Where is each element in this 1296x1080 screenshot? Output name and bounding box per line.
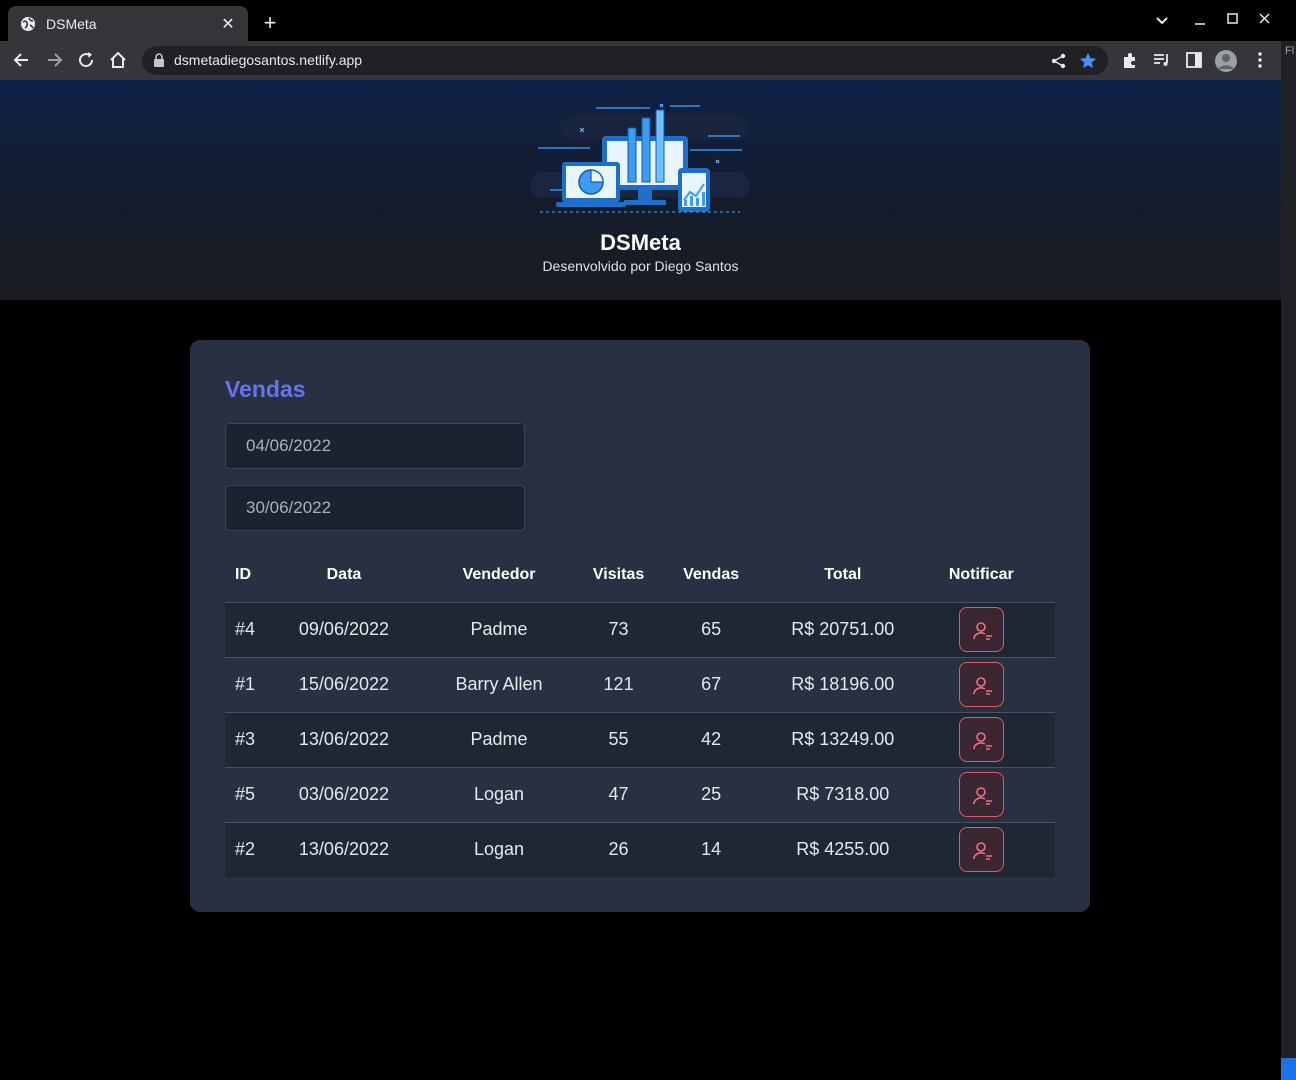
notify-button[interactable] [958, 662, 1004, 707]
notify-user-icon [972, 677, 992, 695]
header-banner: DSMeta Desenvolvido por Diego Santos [0, 80, 1281, 300]
share-icon[interactable] [1050, 52, 1068, 70]
cell-date: 13/06/2022 [298, 839, 389, 860]
tab-close-icon[interactable]: ✕ [220, 14, 236, 34]
globe-icon [21, 16, 35, 31]
browser-toolbar: dsmetadiegosantos.netlify.app [0, 41, 1296, 80]
tab-search-chevron-icon[interactable] [1152, 14, 1172, 28]
cell-id: #2 [235, 839, 256, 860]
cell-notify [908, 822, 1055, 877]
cell-visits: 26 [608, 839, 629, 860]
table-row: #2 13/06/2022 Logan 26 14 R$ 4255.00 [225, 822, 1055, 877]
tab-strip: DSMeta ✕ + [0, 0, 1296, 41]
cell-total: R$ 13249.00 [777, 712, 908, 768]
table-row: #4 09/06/2022 Padme 73 65 R$ 20751.00 [225, 602, 1055, 658]
notify-user-icon [972, 842, 992, 861]
col-header-id: ID [225, 548, 283, 603]
window-close-icon[interactable] [1254, 12, 1274, 26]
lock-icon[interactable] [153, 53, 165, 67]
cell-deals: 67 [644, 657, 778, 713]
table-header-row: ID Data Vendedor Visitas Vendas Total No… [225, 548, 1055, 603]
bookmark-star-icon[interactable] [1078, 51, 1098, 71]
notify-button[interactable] [958, 717, 1004, 762]
col-header-seller: Vendedor [405, 548, 593, 603]
cell-visits: 73 [592, 602, 645, 658]
cell-seller: Padme [405, 602, 593, 658]
table-row: #3 13/06/2022 Padme 55 42 R$ 13249.00 [225, 712, 1055, 768]
cell-notify [907, 767, 1055, 823]
cell-deals: 65 [644, 602, 778, 658]
cell-date: 15/06/2022 [282, 657, 406, 713]
page-viewport: DSMeta Desenvolvido por Diego Santos Ven… [0, 80, 1281, 1080]
col-header-visits: Visitas [592, 548, 645, 603]
side-panel-label: Fl [1285, 45, 1295, 57]
browser-tab[interactable]: DSMeta ✕ [8, 6, 248, 41]
reload-icon[interactable] [76, 50, 96, 70]
cell-visits: 55 [592, 712, 645, 768]
cell-date: 13/06/2022 [282, 712, 406, 768]
cell-seller: Logan [474, 839, 525, 860]
cell-total: R$ 20751.00 [777, 602, 908, 658]
home-icon[interactable] [108, 50, 128, 70]
side-panel-icon[interactable] [1184, 50, 1204, 70]
cell-date: 09/06/2022 [282, 602, 406, 658]
cell-id: #3 [225, 712, 283, 768]
cell-total: R$ 7318.00 [777, 767, 908, 823]
brand-tagline: Desenvolvido por Diego Santos [542, 258, 739, 274]
new-tab-button[interactable]: + [258, 11, 282, 35]
back-arrow-icon[interactable] [12, 50, 32, 70]
cell-total: R$ 18196.00 [777, 657, 908, 713]
partial-side-panel: Fl [1281, 41, 1296, 1080]
notify-button[interactable] [958, 607, 1004, 652]
notify-user-icon [972, 787, 992, 805]
cell-seller: Logan [405, 767, 593, 823]
cell-deals: 14 [701, 839, 722, 860]
dashboard-illustration-icon [530, 103, 750, 213]
notify-user-icon [972, 622, 992, 640]
cell-id: #1 [225, 657, 283, 713]
col-header-notify: Notificar [907, 548, 1055, 603]
tab-title: DSMeta [46, 15, 97, 32]
brand-title: DSMeta [600, 230, 681, 255]
min-date-input[interactable]: 04/06/2022 [225, 423, 525, 469]
url-text[interactable]: dsmetadiegosantos.netlify.app [174, 52, 362, 68]
cell-id: #4 [225, 602, 283, 658]
sales-card: Vendas 04/06/2022 30/06/2022 ID Data Ven… [190, 340, 1090, 912]
sales-table-body: #4 09/06/2022 Padme 73 65 R$ 20751.00 #1… [225, 602, 1055, 877]
media-queue-icon[interactable] [1152, 50, 1172, 70]
kebab-menu-icon[interactable] [1250, 50, 1270, 70]
cell-visits: 121 [592, 657, 645, 713]
cell-notify [907, 712, 1055, 768]
cell-notify [907, 602, 1055, 658]
cell-notify [907, 657, 1055, 713]
profile-avatar-icon[interactable] [1214, 49, 1238, 73]
col-header-total: Total [777, 548, 908, 603]
address-bar[interactable]: dsmetadiegosantos.netlify.app [142, 46, 1108, 75]
cell-deals: 42 [644, 712, 778, 768]
maximize-icon[interactable] [1222, 12, 1242, 26]
max-date-input[interactable]: 30/06/2022 [225, 485, 525, 531]
extensions-puzzle-icon[interactable] [1120, 50, 1140, 70]
cell-seller: Padme [405, 712, 593, 768]
notify-button[interactable] [958, 772, 1004, 817]
table-row: #1 15/06/2022 Barry Allen 121 67 R$ 1819… [225, 657, 1055, 713]
cell-date: 03/06/2022 [282, 767, 406, 823]
cell-deals: 25 [644, 767, 778, 823]
notify-user-icon [972, 732, 992, 750]
sales-card-title: Vendas [225, 376, 306, 402]
cell-seller: Barry Allen [405, 657, 593, 713]
cell-visits: 47 [592, 767, 645, 823]
side-panel-accent [1281, 1058, 1296, 1080]
col-header-date: Data [282, 548, 406, 603]
table-row: #5 03/06/2022 Logan 47 25 R$ 7318.00 [225, 767, 1055, 823]
cell-total: R$ 4255.00 [796, 839, 890, 860]
col-header-deals: Vendas [644, 548, 778, 603]
cell-id: #5 [225, 767, 283, 823]
minimize-icon[interactable] [1190, 14, 1210, 28]
forward-arrow-icon[interactable] [44, 50, 64, 70]
sales-table: ID Data Vendedor Visitas Vendas Total No… [225, 548, 1055, 877]
notify-button[interactable] [958, 827, 1004, 873]
